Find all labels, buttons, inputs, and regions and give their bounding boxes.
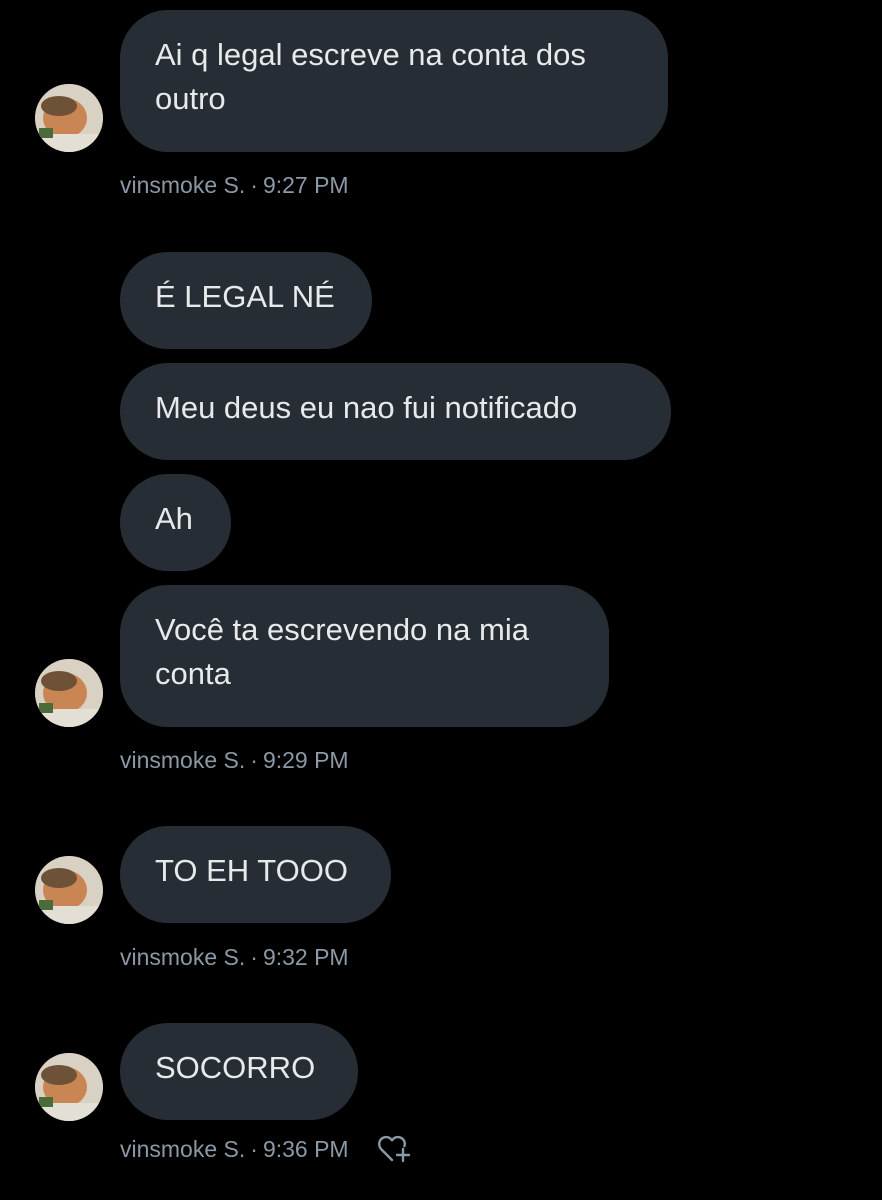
message-bubble[interactable]: SOCORRO [120, 1023, 358, 1120]
message-meta: vinsmoke S. · 9:32 PM [120, 942, 349, 972]
avatar-image [35, 659, 103, 727]
avatar-image [35, 84, 103, 152]
message-bubble[interactable]: Você ta escrevendo na mia conta [120, 585, 609, 727]
message-meta: vinsmoke S. · 9:27 PM [120, 170, 349, 200]
sender-name: vinsmoke S. [120, 944, 246, 970]
dm-conversation: Ai q legal escreve na conta dos outro vi… [0, 0, 882, 1200]
message-bubble[interactable]: Ai q legal escreve na conta dos outro [120, 10, 668, 152]
separator: · [250, 1136, 258, 1162]
avatar[interactable] [35, 856, 103, 924]
message-meta: vinsmoke S. · 9:29 PM [120, 745, 349, 775]
sender-name: vinsmoke S. [120, 747, 246, 773]
avatar[interactable] [35, 84, 103, 152]
sender-name: vinsmoke S. [120, 172, 246, 198]
message-bubble[interactable]: É LEGAL NÉ [120, 252, 372, 349]
avatar-image [35, 856, 103, 924]
separator: · [250, 172, 258, 198]
avatar-image [35, 1053, 103, 1121]
separator: · [250, 944, 258, 970]
message-bubble[interactable]: TO EH TOOO [120, 826, 391, 923]
avatar[interactable] [35, 659, 103, 727]
heart-plus-icon[interactable] [377, 1134, 413, 1164]
separator: · [250, 747, 258, 773]
message-bubble[interactable]: Meu deus eu nao fui notificado [120, 363, 671, 460]
message-bubble[interactable]: Ah [120, 474, 231, 571]
sender-name: vinsmoke S. [120, 1136, 246, 1162]
avatar[interactable] [35, 1053, 103, 1121]
timestamp: 9:29 PM [262, 747, 349, 773]
timestamp: 9:32 PM [262, 944, 349, 970]
timestamp: 9:36 PM [262, 1136, 349, 1162]
timestamp: 9:27 PM [262, 172, 349, 198]
message-meta: vinsmoke S. · 9:36 PM [120, 1134, 413, 1164]
